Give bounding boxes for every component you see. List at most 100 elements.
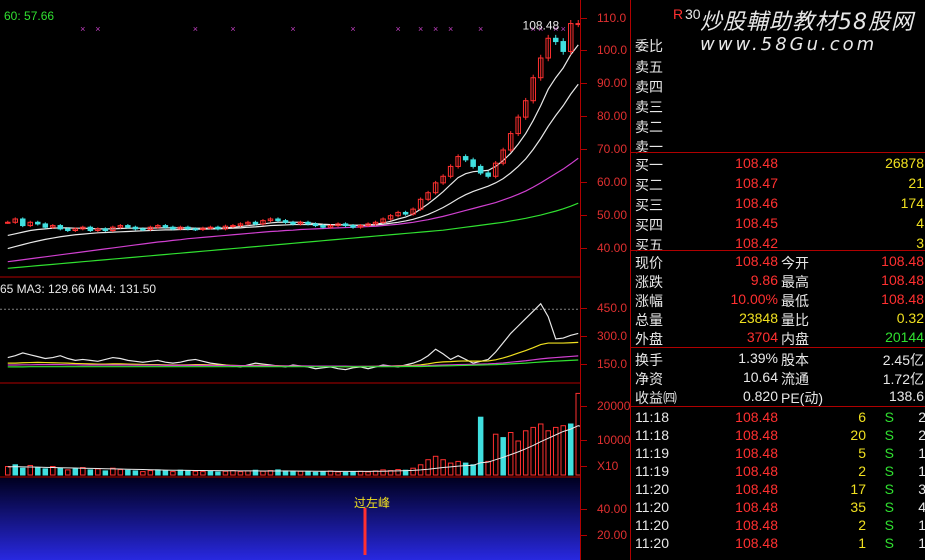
candle	[20, 218, 26, 227]
volume-bar	[20, 467, 26, 476]
tick-row: 11:18 108.48 20 S 2	[631, 427, 925, 445]
volume-bar	[477, 416, 484, 476]
tick-count: 1	[918, 517, 925, 533]
candle	[170, 226, 176, 230]
panel-separator	[631, 347, 925, 348]
candle	[162, 225, 169, 228]
tick-time: 11:20	[635, 481, 669, 497]
quote-value: 108.48	[881, 253, 924, 269]
fund-value: 10.64	[742, 369, 778, 385]
fundamentals-row: 收益㈣ 0.820 PE(动) 138.6	[631, 388, 925, 406]
tick-time: 11:19	[635, 463, 669, 479]
tick-count: 2	[918, 427, 925, 443]
volume-bar	[185, 470, 191, 476]
quote-label: 现价	[635, 255, 663, 271]
signal-marker: ×	[350, 24, 355, 34]
quote-panel: R 30 委比 卖五 卖四 卖三 卖二 卖一 买一 108.48 26878 买二 108.47 21 买三…	[630, 0, 925, 560]
quote-row: 涨跌 9.86 最高 108.48	[631, 272, 925, 290]
candle	[215, 226, 221, 230]
panel-separator	[631, 152, 925, 153]
tick-time: 11:20	[635, 499, 669, 515]
volume-bar	[72, 468, 79, 476]
volume-bar	[312, 471, 319, 476]
volume-bar	[365, 471, 371, 476]
price-axis: 110.0 100.0 90.00 80.00 70.00 60.00 50.00 40.00…	[580, 0, 631, 560]
buy-price: 108.48	[735, 155, 778, 171]
candle	[470, 159, 476, 167]
volume-bar	[342, 471, 349, 476]
candle	[290, 221, 296, 225]
sell-row: 卖三	[631, 97, 925, 115]
tick-price: 108.48	[735, 409, 778, 425]
tick-count: 4	[918, 499, 925, 515]
fund-value: 1.72亿	[882, 371, 924, 387]
price-axis-tick: 50.00	[580, 207, 628, 222]
sell-label: 卖一	[635, 139, 663, 155]
tick-time: 11:18	[635, 409, 669, 425]
tick-count: 1	[918, 535, 925, 551]
tick-volume: 6	[858, 409, 866, 425]
tick-volume: 20	[850, 427, 866, 443]
buy-label: 买四	[635, 217, 663, 233]
quote-value: 108.48	[881, 291, 924, 307]
price-ma-line-3	[7, 157, 579, 263]
price-axis-tick: 80.00	[580, 109, 628, 124]
sell-row: 卖四	[631, 77, 925, 95]
corner-r: R	[673, 6, 684, 22]
candle	[252, 221, 259, 225]
volume-bar	[42, 468, 49, 476]
price-annotation: 108.48	[523, 19, 560, 33]
sell-label: 卖五	[635, 59, 663, 75]
buy-price: 108.47	[735, 175, 778, 191]
tick-volume: 17	[850, 481, 866, 497]
volume-axis-tick: 10000	[580, 433, 631, 447]
fund-label: 净资	[635, 371, 663, 387]
volume-bar	[87, 469, 94, 476]
quote-value: 3704	[746, 329, 778, 345]
volume-ma-line	[7, 425, 580, 472]
tick-side: S	[884, 427, 894, 443]
buy-label: 买五	[635, 237, 663, 253]
tick-price: 108.48	[735, 517, 778, 533]
volume-bar	[335, 471, 341, 476]
volume-bar	[125, 469, 131, 476]
tick-price: 108.48	[735, 427, 778, 443]
fund-value: 138.6	[888, 388, 924, 404]
tick-side: S	[884, 445, 894, 461]
tick-row: 11:19 108.48 5 S 1	[631, 445, 925, 463]
quote-value: 0.32	[896, 310, 924, 326]
candle	[282, 220, 289, 223]
candle	[185, 226, 191, 230]
buy-row: 买三 108.46 174	[631, 195, 925, 213]
candle	[485, 172, 491, 177]
buy-volume: 4	[916, 215, 924, 231]
candle	[102, 228, 109, 232]
signal-marker: ×	[433, 24, 438, 34]
tick-price: 108.48	[735, 535, 778, 551]
candle	[192, 228, 199, 231]
volume-bar	[282, 470, 289, 476]
volume-bar	[485, 460, 491, 476]
candle	[552, 37, 559, 43]
signal-marker: ×	[478, 24, 483, 34]
volume-bar	[470, 464, 476, 476]
volume-bar	[5, 466, 11, 476]
chart-area[interactable]: × × × × × × × × × × × × × × ×60: 57.66108.4865 MA3: 12…	[0, 0, 580, 560]
quote-label: 量比	[781, 312, 809, 328]
buy-price: 108.45	[735, 215, 778, 231]
indicator-readout: 65 MA3: 129.66 MA4: 131.50	[0, 282, 156, 296]
fund-label: PE(动)	[781, 390, 823, 406]
price-axis-tick: 70.00	[580, 142, 628, 156]
sell-row: 卖五	[631, 57, 925, 75]
signal-marker: ×	[230, 24, 235, 34]
tick-row: 11:18 108.48 6 S 2	[631, 409, 925, 427]
tick-side: S	[884, 463, 894, 479]
tick-side: S	[884, 499, 894, 515]
tick-side: S	[884, 481, 894, 497]
candle	[35, 221, 41, 225]
quote-label: 最高	[781, 274, 809, 290]
quote-row: 涨幅 10.00% 最低 108.48	[631, 291, 925, 309]
tick-volume: 5	[858, 445, 866, 461]
candle	[132, 226, 139, 230]
candle	[305, 221, 311, 225]
